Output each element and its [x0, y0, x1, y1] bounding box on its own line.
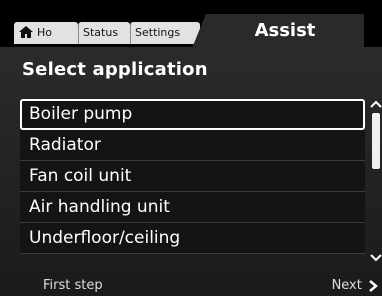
tab-status[interactable]: Status — [78, 22, 130, 44]
next-label: Next — [331, 278, 362, 293]
top-bar: Ho Status Settings Assist — [0, 0, 382, 48]
tab-settings[interactable]: Settings — [130, 22, 200, 44]
tab-settings-label: Settings — [135, 26, 181, 39]
chevron-down-icon — [370, 254, 382, 262]
list-item-air-handling-unit[interactable]: Air handling unit — [20, 192, 365, 223]
list-item-radiator[interactable]: Radiator — [20, 130, 365, 161]
next-button[interactable]: Next — [332, 278, 378, 293]
list-item-boiler-pump[interactable]: Boiler pump — [20, 99, 365, 130]
home-icon — [19, 26, 33, 38]
tab-assist[interactable]: Assist — [192, 14, 364, 48]
application-list: Boiler pump Radiator Fan coil unit Air h… — [20, 99, 365, 254]
tab-assist-label: Assist — [254, 20, 316, 41]
list-item-underfloor-ceiling[interactable]: Underfloor/ceiling — [20, 223, 365, 254]
chevron-right-icon — [369, 279, 378, 292]
footer-bar: First step Next — [0, 276, 382, 296]
tab-home-label: Ho — [37, 26, 53, 39]
list-item-fan-coil-unit[interactable]: Fan coil unit — [20, 161, 365, 192]
tab-home[interactable]: Ho — [14, 22, 78, 44]
first-step-label: First step — [43, 278, 103, 293]
scrollbar[interactable] — [368, 99, 382, 263]
scroll-thumb[interactable] — [372, 113, 380, 169]
tab-status-label: Status — [83, 26, 119, 39]
chevron-up-icon — [370, 100, 382, 108]
page-title: Select application — [22, 59, 208, 80]
